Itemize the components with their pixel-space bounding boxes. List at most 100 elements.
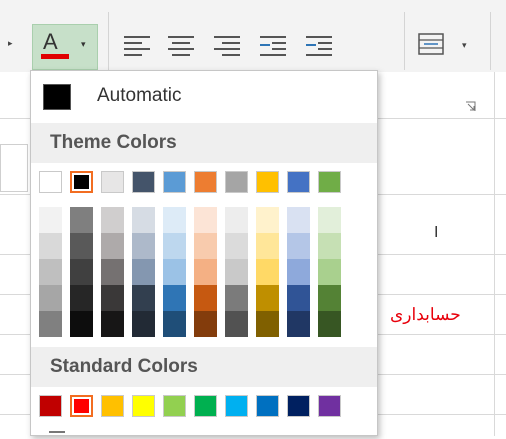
standard-color-swatch[interactable] <box>194 395 217 417</box>
theme-shade-swatch[interactable] <box>163 285 186 311</box>
theme-shade-swatch[interactable] <box>225 207 248 233</box>
theme-shade-swatch[interactable] <box>256 311 279 337</box>
align-right-icon[interactable] <box>214 34 242 56</box>
theme-shade-swatch[interactable] <box>194 207 217 233</box>
theme-shade-swatch[interactable] <box>39 233 62 259</box>
theme-shade-swatch[interactable] <box>225 311 248 337</box>
theme-shade-swatch[interactable] <box>225 285 248 311</box>
theme-shade-swatch[interactable] <box>318 207 341 233</box>
theme-shade-swatch[interactable] <box>194 233 217 259</box>
theme-shade-swatch[interactable] <box>256 233 279 259</box>
theme-shade-swatch[interactable] <box>256 259 279 285</box>
standard-color-swatch[interactable] <box>256 395 279 417</box>
standard-color-swatch[interactable] <box>225 395 248 417</box>
more-colors-option[interactable] <box>49 431 65 439</box>
font-color-button[interactable]: A ▾ <box>32 24 98 70</box>
theme-color-swatch[interactable] <box>163 171 186 193</box>
theme-shade-swatch[interactable] <box>39 285 62 311</box>
theme-shade-swatch[interactable] <box>101 207 124 233</box>
column-marker: I <box>434 224 439 241</box>
standard-color-swatch[interactable] <box>318 395 341 417</box>
theme-shade-swatch[interactable] <box>194 285 217 311</box>
standard-color-swatch[interactable] <box>101 395 124 417</box>
theme-shade-swatch[interactable] <box>163 259 186 285</box>
theme-shade-swatch[interactable] <box>70 259 93 285</box>
font-color-dropdown: Automatic Theme Colors Standard Colors <box>30 70 378 436</box>
align-center-icon[interactable] <box>168 34 196 56</box>
theme-shade-swatch[interactable] <box>287 285 310 311</box>
theme-shade-swatch[interactable] <box>256 207 279 233</box>
theme-color-swatch[interactable] <box>225 171 248 193</box>
theme-color-swatch[interactable] <box>39 171 62 193</box>
theme-shade-swatch[interactable] <box>225 233 248 259</box>
theme-color-swatch[interactable] <box>132 171 155 193</box>
ribbon: ▸ A ▾ ▾ <box>0 0 506 72</box>
theme-shade-swatch[interactable] <box>287 207 310 233</box>
theme-color-swatch[interactable] <box>194 171 217 193</box>
automatic-label: Automatic <box>97 85 182 106</box>
ribbon-divider <box>490 12 491 70</box>
ribbon-divider <box>404 12 405 70</box>
theme-shade-swatch[interactable] <box>194 259 217 285</box>
theme-shade-swatch[interactable] <box>194 311 217 337</box>
theme-shade-swatch[interactable] <box>39 207 62 233</box>
standard-color-swatch[interactable] <box>39 395 62 417</box>
theme-shade-swatch[interactable] <box>132 285 155 311</box>
theme-shade-swatch[interactable] <box>101 311 124 337</box>
standard-colors-title: Standard Colors <box>50 356 198 377</box>
theme-color-swatch[interactable] <box>287 171 310 193</box>
theme-color-swatch[interactable] <box>318 171 341 193</box>
theme-shade-swatch[interactable] <box>70 233 93 259</box>
dialog-launcher-icon[interactable] <box>464 100 478 114</box>
theme-shade-swatch[interactable] <box>163 311 186 337</box>
merge-cells-icon[interactable] <box>418 33 444 55</box>
theme-shade-swatch[interactable] <box>225 259 248 285</box>
theme-color-swatch[interactable] <box>256 171 279 193</box>
chevron-down-icon[interactable]: ▾ <box>81 39 86 50</box>
theme-shade-swatch[interactable] <box>163 207 186 233</box>
theme-shade-swatch[interactable] <box>318 311 341 337</box>
chevron-down-icon[interactable]: ▾ <box>462 40 467 51</box>
theme-shade-swatch[interactable] <box>132 259 155 285</box>
theme-shade-swatch[interactable] <box>101 233 124 259</box>
theme-color-swatch[interactable] <box>70 171 93 193</box>
theme-shade-swatch[interactable] <box>318 285 341 311</box>
font-color-bar <box>41 54 69 59</box>
theme-shade-swatch[interactable] <box>256 285 279 311</box>
cell-text[interactable]: حسابداری <box>390 305 461 325</box>
theme-shade-swatch[interactable] <box>287 311 310 337</box>
theme-shade-swatch[interactable] <box>101 285 124 311</box>
theme-shade-swatch[interactable] <box>287 233 310 259</box>
standard-colors-header: Standard Colors <box>31 347 377 387</box>
theme-shade-swatch[interactable] <box>70 207 93 233</box>
standard-color-swatch[interactable] <box>163 395 186 417</box>
standard-color-swatch[interactable] <box>70 395 93 417</box>
increase-indent-icon[interactable] <box>306 34 334 56</box>
align-left-icon[interactable] <box>124 34 152 56</box>
theme-shade-swatch[interactable] <box>318 259 341 285</box>
theme-shade-swatch[interactable] <box>101 259 124 285</box>
grid-line <box>494 72 495 436</box>
standard-color-swatch[interactable] <box>132 395 155 417</box>
theme-shade-swatch[interactable] <box>70 311 93 337</box>
font-size-dropdown-caret[interactable]: ▸ <box>8 38 13 49</box>
theme-colors-header: Theme Colors <box>31 123 377 163</box>
theme-shade-swatch[interactable] <box>132 311 155 337</box>
theme-shade-swatch[interactable] <box>287 259 310 285</box>
automatic-color-option[interactable]: Automatic <box>31 71 377 121</box>
theme-shade-swatch[interactable] <box>39 311 62 337</box>
theme-colors-title: Theme Colors <box>50 132 177 153</box>
name-box[interactable] <box>0 144 28 192</box>
theme-color-swatch[interactable] <box>101 171 124 193</box>
ribbon-divider <box>108 12 109 70</box>
standard-color-swatch[interactable] <box>287 395 310 417</box>
theme-shade-swatch[interactable] <box>70 285 93 311</box>
theme-shade-swatch[interactable] <box>318 233 341 259</box>
theme-shade-swatch[interactable] <box>163 233 186 259</box>
font-color-glyph: A <box>43 29 58 54</box>
decrease-indent-icon[interactable] <box>260 34 288 56</box>
theme-shade-swatch[interactable] <box>132 233 155 259</box>
theme-shade-swatch[interactable] <box>132 207 155 233</box>
automatic-color-swatch <box>43 84 71 110</box>
theme-shade-swatch[interactable] <box>39 259 62 285</box>
